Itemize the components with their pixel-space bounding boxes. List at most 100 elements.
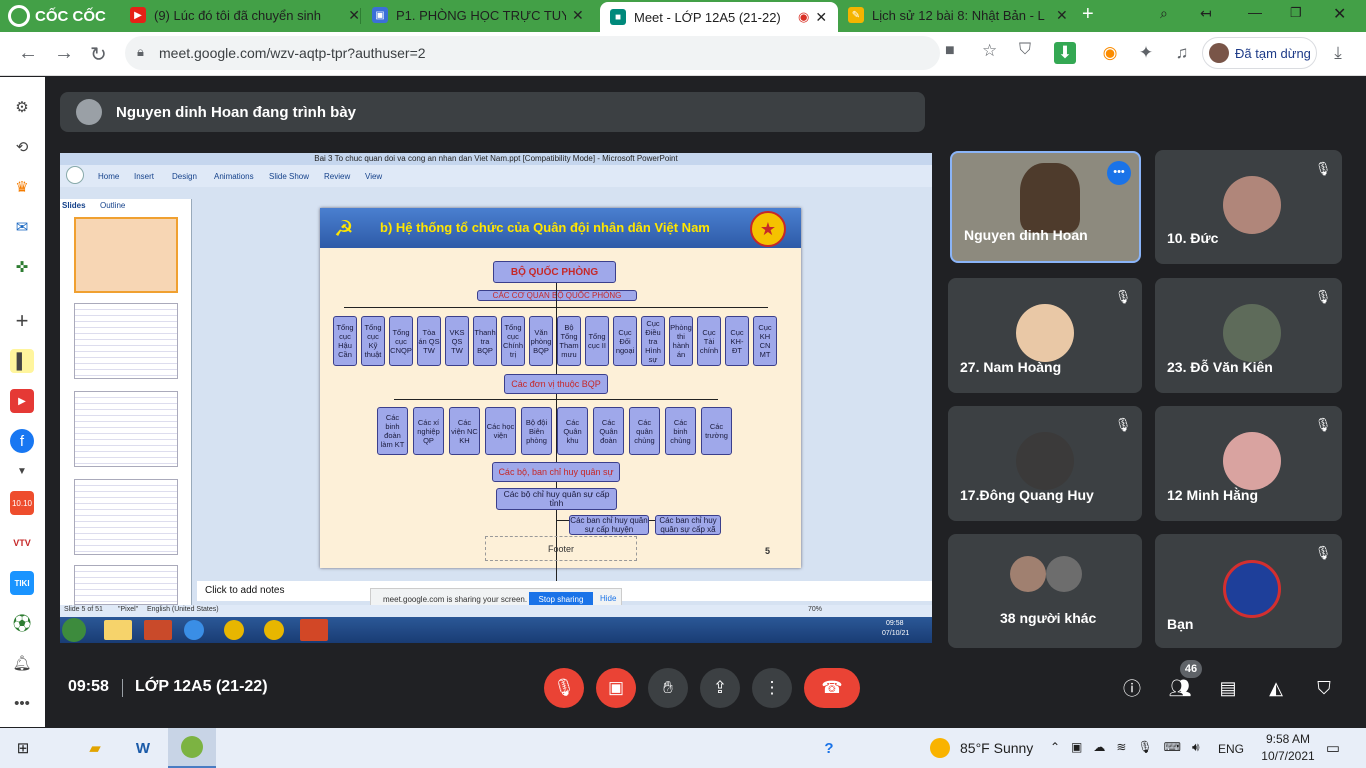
participant-tile[interactable]: 🎙︎ 10. Đức xyxy=(1155,150,1342,264)
host-controls-icon[interactable]: ⛉ xyxy=(1311,675,1337,701)
gamepad-icon[interactable]: ✜ xyxy=(10,255,34,279)
ribbon-tab-view[interactable]: View xyxy=(365,172,382,181)
participant-tile[interactable]: 🎙︎ 23. Đỗ Văn Kiên xyxy=(1155,278,1342,393)
extension-coccoc-icon[interactable]: ◉ xyxy=(1098,41,1122,65)
chat-icon[interactable]: ▤ xyxy=(1215,675,1241,701)
restore-icon[interactable]: ❐ xyxy=(1290,5,1302,21)
close-window-icon[interactable]: ✕ xyxy=(1333,4,1346,24)
youtube-icon[interactable]: ▶ xyxy=(10,389,34,413)
participant-tile-self[interactable]: 🎙︎ Bạn xyxy=(1155,534,1342,648)
windows-start-icon[interactable]: ⊞ xyxy=(10,736,36,760)
slide-thumbnail[interactable] xyxy=(74,391,178,467)
leave-call-button[interactable]: ☎︎ xyxy=(804,668,860,708)
close-icon[interactable]: ✕ xyxy=(572,7,584,24)
crown-icon[interactable]: ♛ xyxy=(10,175,34,199)
browser-logo[interactable]: CỐC CỐC xyxy=(8,5,106,27)
profile-button[interactable]: Đã tạm dừng xyxy=(1202,37,1317,69)
chrome-icon[interactable] xyxy=(224,620,244,640)
tab-youtube[interactable]: ▶ (9) Lúc đó tôi đã chuyển sinh ✕ xyxy=(120,0,360,30)
weather-text[interactable]: 85°F Sunny xyxy=(960,740,1033,756)
ribbon-tab-animations[interactable]: Animations xyxy=(214,172,254,181)
close-icon[interactable]: ✕ xyxy=(1056,7,1068,24)
pane-tab-outline[interactable]: Outline xyxy=(100,201,125,210)
participant-tile-presenter[interactable]: ••• Nguyen dinh Hoan xyxy=(950,151,1141,263)
tab-meet[interactable]: ■ Meet - LỚP 12A5 (21-22) ◉ ✕ xyxy=(600,2,838,32)
people-icon[interactable]: 👥︎ xyxy=(1167,675,1193,701)
folder-icon[interactable] xyxy=(104,620,132,640)
raise-hand-button[interactable]: ✋︎ xyxy=(648,668,688,708)
puzzle-icon[interactable]: ✦ xyxy=(1134,41,1158,65)
close-icon[interactable]: ✕ xyxy=(348,7,360,24)
slide-thumbnail[interactable] xyxy=(74,565,178,605)
bookmark-star-icon[interactable]: ☆ xyxy=(982,41,997,61)
word-icon[interactable]: W xyxy=(130,736,156,760)
hide-button[interactable]: Hide xyxy=(600,594,616,603)
notes-icon[interactable]: ▌ xyxy=(10,349,34,373)
camera-toggle-button[interactable]: ▣ xyxy=(596,668,636,708)
input-language[interactable]: ENG xyxy=(1218,742,1244,756)
more-icon[interactable]: ••• xyxy=(10,691,34,715)
shield-icon[interactable]: ⛉ xyxy=(1019,41,1031,59)
reload-icon[interactable]: ↻ xyxy=(90,42,107,67)
more-options-button[interactable]: ⋮ xyxy=(752,668,792,708)
activities-icon[interactable]: ◭ xyxy=(1263,675,1289,701)
pane-tab-slides[interactable]: Slides xyxy=(62,201,86,210)
download-tray-icon[interactable]: ⤓ xyxy=(1326,41,1350,65)
shopee-icon[interactable]: 10.10 xyxy=(10,491,34,515)
clock-date[interactable]: 10/7/2021 xyxy=(1258,749,1318,763)
tray-icons[interactable]: ⌃▣☁≋🎙︎⌨🔊︎ xyxy=(1050,740,1211,755)
slide-thumbnail[interactable] xyxy=(74,217,178,293)
close-icon[interactable]: ✕ xyxy=(815,9,827,26)
zoom-level[interactable]: 70% xyxy=(808,606,822,613)
start-orb-icon[interactable] xyxy=(62,618,86,642)
participant-tile-others[interactable]: 38 người khác xyxy=(948,534,1142,648)
slide-thumbnail[interactable] xyxy=(74,479,178,555)
media-icon[interactable] xyxy=(144,620,172,640)
new-tab-icon[interactable]: + xyxy=(1082,3,1094,26)
powerpoint-icon[interactable] xyxy=(300,619,328,641)
mic-toggle-button[interactable]: 🎙︎ xyxy=(544,668,584,708)
slide-thumbnail[interactable] xyxy=(74,303,178,379)
ribbon-tab-review[interactable]: Review xyxy=(324,172,350,181)
history-icon[interactable]: ⟲ xyxy=(10,135,34,159)
more-options-icon[interactable]: ••• xyxy=(1107,161,1131,185)
taskbar-coccoc-button[interactable] xyxy=(168,728,216,768)
info-icon[interactable]: ⓘ xyxy=(1119,675,1145,701)
chevron-down-icon[interactable]: ▼ xyxy=(10,459,34,483)
office-button-icon[interactable] xyxy=(66,166,84,184)
back-icon[interactable]: ← xyxy=(18,42,38,65)
clock-time[interactable]: 9:58 AM xyxy=(1258,732,1318,746)
ribbon-tab-insert[interactable]: Insert xyxy=(134,172,154,181)
tab-classroom[interactable]: ▣ P1. PHÒNG HỌC TRỰC TUYẾ ✕ xyxy=(362,0,600,30)
url-field[interactable]: 🔒︎ meet.google.com/wzv-aqtp-tpr?authuser… xyxy=(125,36,1031,70)
participant-tile[interactable]: 🎙︎ 17.Đông Quang Huy xyxy=(948,406,1142,521)
present-button[interactable]: ⇪ xyxy=(700,668,740,708)
back-arrow-icon[interactable]: ↤ xyxy=(1200,5,1212,22)
playlist-icon[interactable]: ♫ xyxy=(1170,41,1194,65)
facebook-icon[interactable]: f xyxy=(10,429,34,453)
file-explorer-icon[interactable]: ▰ xyxy=(82,736,108,760)
camera-icon[interactable]: ■ xyxy=(945,42,955,60)
notifications-icon[interactable]: ▭ xyxy=(1320,736,1346,760)
chrome-icon[interactable] xyxy=(264,620,284,640)
forward-icon[interactable]: → xyxy=(54,42,74,65)
vtv-icon[interactable]: VTV xyxy=(10,531,34,555)
help-icon[interactable]: ? xyxy=(816,736,842,760)
bell-icon[interactable]: 🔔︎ xyxy=(10,651,34,675)
participant-tile[interactable]: 🎙︎ 27. Nam Hoàng xyxy=(948,278,1142,393)
ie-icon[interactable] xyxy=(184,620,204,640)
download-icon[interactable]: ⬇ xyxy=(1054,42,1076,64)
ribbon-tab-home[interactable]: Home xyxy=(98,172,119,181)
add-icon[interactable]: + xyxy=(10,308,34,333)
ribbon-tab-slideshow[interactable]: Slide Show xyxy=(269,172,309,181)
tiki-icon[interactable]: TIKI xyxy=(10,571,34,595)
tab-history[interactable]: ✎ Lịch sử 12 bài 8: Nhật Bản - L ✕ xyxy=(838,0,1078,30)
settings-gear-icon[interactable]: ⚙ xyxy=(10,95,34,119)
football-icon[interactable]: ⚽︎ xyxy=(10,611,34,635)
ribbon-tab-design[interactable]: Design xyxy=(172,172,197,181)
participant-tile[interactable]: 🎙︎ 12 Minh Hằng xyxy=(1155,406,1342,521)
minimize-icon[interactable]: — xyxy=(1248,4,1262,20)
participant-name: 38 người khác xyxy=(1000,610,1097,626)
tab-search-icon[interactable]: ⌕ xyxy=(1160,5,1168,22)
messenger-icon[interactable]: ✉ xyxy=(10,215,34,239)
